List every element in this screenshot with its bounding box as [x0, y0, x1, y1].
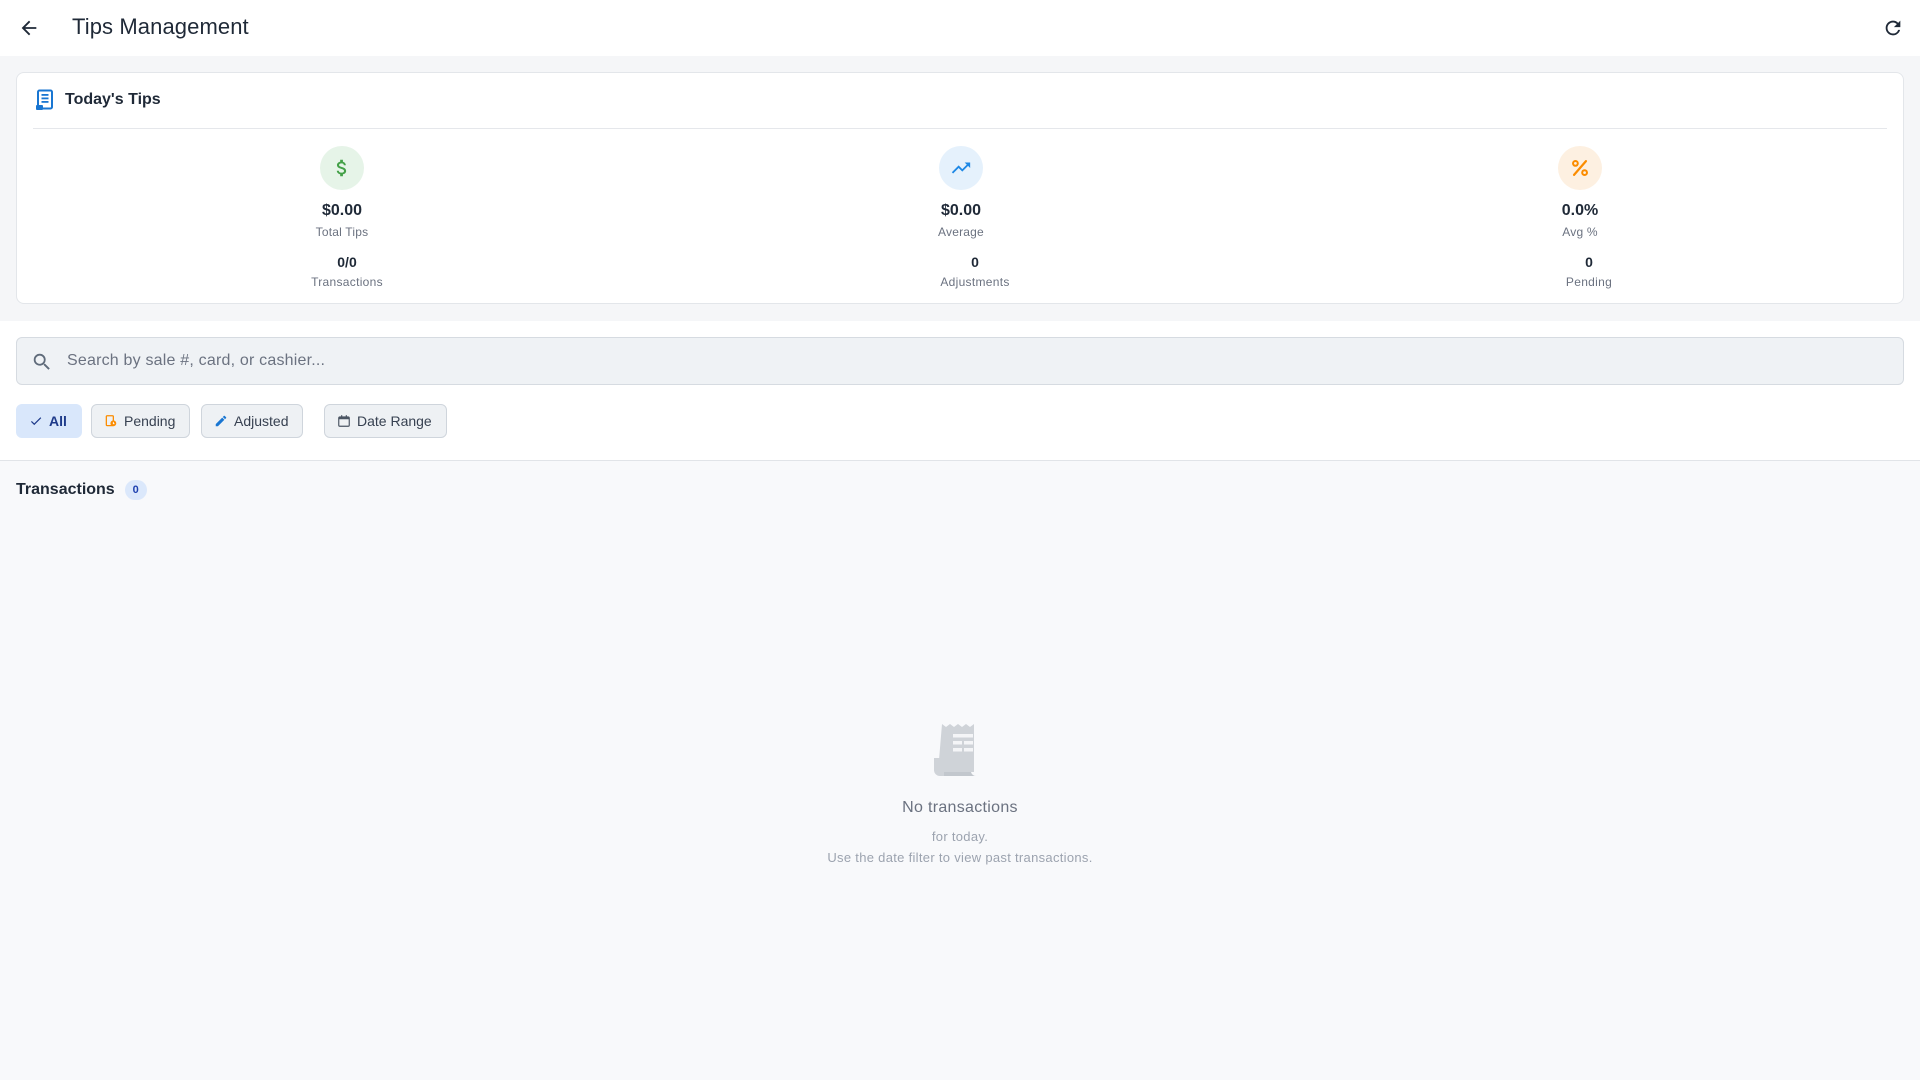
stat-total-tips: $0.00 Total Tips	[232, 146, 452, 239]
filter-chip-pending[interactable]: Pending	[91, 404, 191, 438]
substat-label: Pending	[1565, 275, 1613, 289]
substat-transactions: 0/0 Transactions	[237, 254, 457, 289]
filter-chip-date-range[interactable]: Date Range	[324, 404, 447, 438]
stat-avg-percent: 0.0% Avg %	[1470, 146, 1690, 239]
search-box[interactable]	[16, 337, 1904, 385]
filter-chip-label: Adjusted	[234, 413, 289, 429]
substat-label: Transactions	[311, 275, 383, 289]
transactions-header: Transactions 0	[16, 480, 147, 500]
stat-label: Total Tips	[315, 225, 369, 239]
trending-up-icon	[951, 162, 971, 174]
arrow-left-icon	[21, 20, 37, 36]
substat-adjustments: 0 Adjustments	[865, 254, 1085, 289]
substat-value: 0	[1585, 254, 1593, 270]
empty-title: No transactions	[902, 799, 1018, 816]
stat-value: 0.0%	[1561, 202, 1599, 219]
calendar-icon	[338, 415, 350, 427]
stat-icon-wrap	[1558, 146, 1602, 190]
filter-chip-label: Date Range	[357, 413, 432, 429]
empty-subtitle: for today.	[931, 829, 989, 844]
filter-chip-all[interactable]: All	[16, 404, 82, 438]
receipt-icon	[36, 89, 53, 110]
card-header: Today's Tips	[35, 89, 161, 111]
transactions-title: Transactions	[16, 481, 115, 498]
percent-icon	[1572, 160, 1588, 176]
filter-chip-label: Pending	[124, 413, 176, 429]
filter-chip-label: All	[49, 413, 67, 429]
check-icon	[30, 417, 42, 426]
refresh-icon	[1885, 20, 1901, 36]
empty-state: No transactions for today. Use the date …	[760, 720, 1160, 865]
pending-icon	[105, 415, 117, 427]
todays-tips-card: Today's Tips $0.00 Total Tips $0.00 Aver…	[16, 72, 1904, 304]
page-title: Tips Management	[72, 14, 249, 39]
substat-pending: 0 Pending	[1479, 254, 1699, 289]
edit-icon	[215, 415, 227, 427]
stat-label: Avg %	[1562, 225, 1598, 239]
search-input[interactable]	[67, 338, 1867, 384]
substat-value: 0/0	[337, 254, 357, 270]
stat-value: $0.00	[321, 202, 363, 219]
stat-value: $0.00	[940, 202, 982, 219]
substat-label: Adjustments	[940, 275, 1010, 289]
refresh-button[interactable]	[1878, 13, 1908, 43]
back-button[interactable]	[14, 13, 44, 43]
dollar-icon	[336, 159, 347, 177]
stat-icon-wrap	[939, 146, 983, 190]
card-title: Today's Tips	[65, 91, 161, 108]
app-bar: Tips Management	[0, 0, 1920, 56]
transactions-count-badge: 0	[124, 480, 147, 500]
filter-chip-adjusted[interactable]: Adjusted	[201, 404, 304, 438]
empty-hint: Use the date filter to view past transac…	[827, 850, 1093, 865]
substat-value: 0	[971, 254, 979, 270]
stat-icon-wrap	[320, 146, 364, 190]
divider	[33, 128, 1887, 129]
stat-label: Average	[938, 225, 984, 239]
search-icon	[33, 353, 50, 370]
receipt-icon	[934, 724, 976, 777]
stat-average: $0.00 Average	[851, 146, 1071, 239]
